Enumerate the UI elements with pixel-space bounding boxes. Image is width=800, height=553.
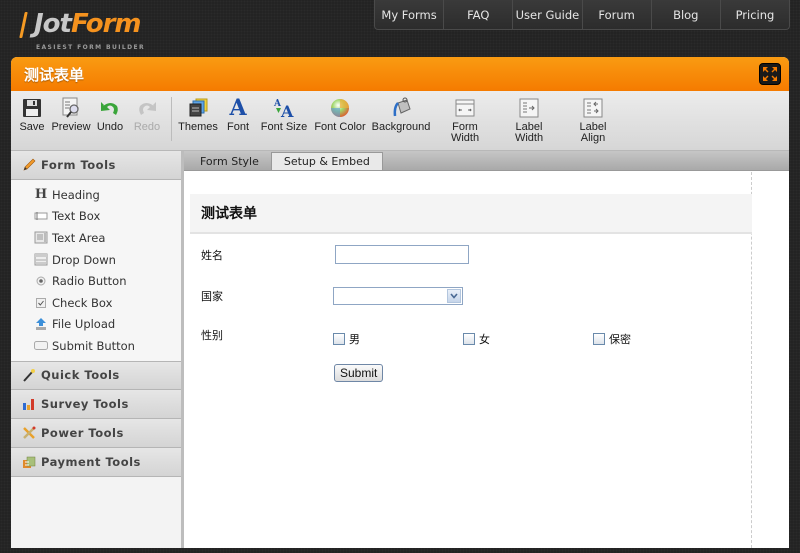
- gender-option-secret[interactable]: 保密: [593, 331, 631, 347]
- form-canvas: 测试表单 姓名 国家 性别 男 女 保密 Submit: [184, 172, 752, 548]
- font-size-icon: AA: [272, 97, 296, 119]
- tool-radio-button[interactable]: Radio Button: [11, 270, 181, 292]
- tab-setup-embed[interactable]: Setup & Embed: [270, 152, 383, 170]
- heading-icon: H: [34, 187, 48, 203]
- checkbox[interactable]: [593, 333, 605, 345]
- radio-icon: [33, 274, 49, 288]
- form-width-button[interactable]: Form Width: [434, 91, 496, 144]
- chevron-down-icon: [447, 289, 461, 303]
- dropdown-icon: [33, 253, 49, 267]
- tool-submit-button[interactable]: Submit Button: [11, 335, 181, 357]
- label-width-icon: [517, 97, 541, 119]
- form-builder-window: 测试表单 Save Preview Undo Redo Themes A Fon…: [11, 57, 789, 548]
- country-label: 国家: [201, 290, 223, 303]
- tool-check-box[interactable]: Check Box: [11, 292, 181, 314]
- pencil-icon: [21, 157, 37, 173]
- themes-button[interactable]: Themes: [176, 91, 220, 133]
- nav-my-forms[interactable]: My Forms: [375, 0, 445, 29]
- textbox-icon: [33, 209, 49, 223]
- payment-icon: [21, 454, 37, 470]
- font-button[interactable]: A Font: [220, 91, 256, 133]
- nav-user-guide[interactable]: User Guide: [513, 0, 583, 29]
- form-title[interactable]: 测试表单: [24, 64, 84, 85]
- window-titlebar: 测试表单: [11, 57, 789, 91]
- checkbox[interactable]: [463, 333, 475, 345]
- tool-file-upload[interactable]: File Upload: [11, 314, 181, 336]
- form-tools-header[interactable]: Form Tools: [11, 151, 181, 180]
- magic-wand-icon: [21, 367, 37, 383]
- redo-arrow-icon: [135, 97, 159, 119]
- font-color-button[interactable]: Font Color: [312, 91, 368, 133]
- nav-forum[interactable]: Forum: [583, 0, 652, 29]
- tools-cross-icon: [21, 425, 37, 441]
- save-button[interactable]: Save: [15, 91, 49, 133]
- editor-tabs: Form Style Setup & Embed: [184, 151, 789, 171]
- font-size-button[interactable]: AA Font Size: [256, 91, 312, 133]
- submit-button-icon: [33, 339, 49, 353]
- tools-sidebar: Form Tools H Heading Text Box Text Area …: [11, 151, 184, 548]
- logo-pencil-mark: [19, 12, 28, 38]
- nav-faq[interactable]: FAQ: [444, 0, 514, 29]
- textarea-icon: [33, 231, 49, 245]
- label-width-button[interactable]: Label Width: [496, 91, 562, 144]
- checkbox-icon: [33, 296, 49, 310]
- nav-pricing[interactable]: Pricing: [721, 0, 789, 29]
- form-heading: 测试表单: [201, 206, 257, 222]
- form-heading-block[interactable]: 测试表单: [190, 194, 752, 234]
- name-input[interactable]: [335, 245, 469, 264]
- tab-form-style[interactable]: Form Style: [188, 152, 271, 170]
- logo-wordmark: JotForm: [34, 9, 141, 39]
- themes-stack-icon: [186, 97, 210, 119]
- country-select[interactable]: [333, 287, 463, 305]
- preview-button[interactable]: Preview: [49, 91, 93, 133]
- payment-tools-header[interactable]: Payment Tools: [11, 447, 181, 477]
- logo-tagline: EASIEST FORM BUILDER: [36, 44, 145, 51]
- jotform-logo[interactable]: JotForm EASIEST FORM BUILDER: [19, 8, 152, 51]
- submit-button[interactable]: Submit: [334, 364, 384, 382]
- power-tools-header[interactable]: Power Tools: [11, 418, 181, 448]
- gender-label: 性别: [201, 329, 223, 342]
- top-navigation: My Forms FAQ User Guide Forum Blog Prici…: [374, 0, 790, 30]
- undo-button[interactable]: Undo: [93, 91, 127, 133]
- form-editor: Form Style Setup & Embed 测试表单 姓名 国家 性别 男: [184, 151, 789, 548]
- toolbar-separator: [171, 97, 172, 141]
- floppy-disk-icon: [20, 97, 44, 119]
- quick-tools-header[interactable]: Quick Tools: [11, 360, 181, 390]
- expand-arrows-icon: [763, 67, 777, 81]
- name-label: 姓名: [201, 249, 223, 262]
- tool-heading[interactable]: H Heading: [11, 184, 181, 206]
- undo-arrow-icon: [98, 97, 122, 119]
- gender-option-female[interactable]: 女: [463, 331, 490, 347]
- upload-icon: [33, 317, 49, 331]
- nav-blog[interactable]: Blog: [652, 0, 721, 29]
- color-wheel-icon: [328, 97, 352, 119]
- bar-chart-icon: [21, 396, 37, 412]
- toolbar: Save Preview Undo Redo Themes A Font A A…: [11, 91, 789, 151]
- label-align-icon: [581, 97, 605, 119]
- form-tools-list: H Heading Text Box Text Area Drop Down R…: [11, 180, 181, 361]
- tool-text-box[interactable]: Text Box: [11, 206, 181, 228]
- svg-text:A: A: [280, 102, 294, 119]
- survey-tools-header[interactable]: Survey Tools: [11, 389, 181, 419]
- redo-button[interactable]: Redo: [127, 91, 167, 133]
- paint-bucket-icon: [389, 97, 413, 119]
- tool-drop-down[interactable]: Drop Down: [11, 249, 181, 271]
- tool-text-area[interactable]: Text Area: [11, 227, 181, 249]
- checkbox[interactable]: [333, 333, 345, 345]
- form-width-icon: [453, 97, 477, 119]
- preview-magnifier-icon: [59, 97, 83, 119]
- label-align-button[interactable]: Label Align: [562, 91, 624, 144]
- maximize-button[interactable]: [759, 63, 781, 85]
- background-button[interactable]: Background: [368, 91, 434, 133]
- gender-option-male[interactable]: 男: [333, 331, 360, 347]
- font-letter-icon: A: [229, 95, 247, 121]
